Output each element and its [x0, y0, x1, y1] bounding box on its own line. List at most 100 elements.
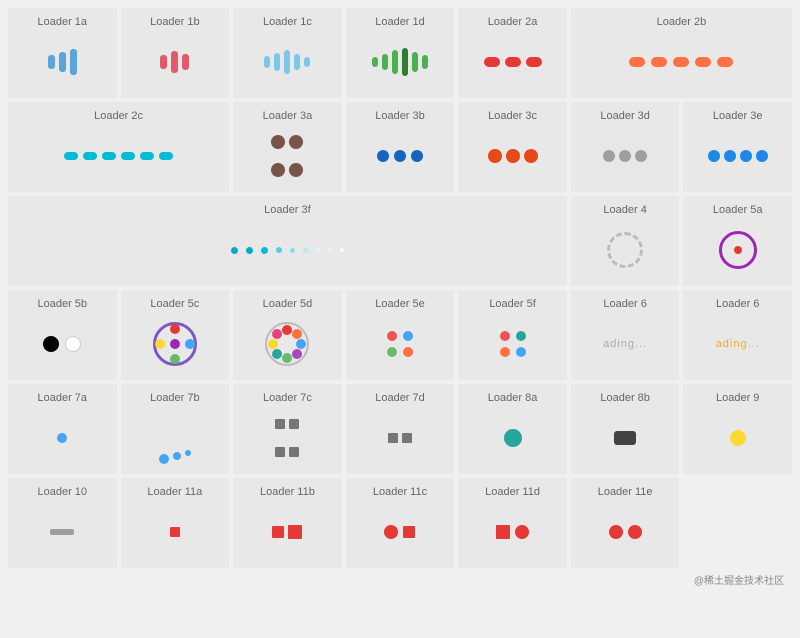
od4 — [155, 339, 165, 349]
card-title: Loader 2c — [94, 110, 143, 122]
dot1 — [43, 336, 59, 352]
card-title: Loader 10 — [38, 486, 88, 498]
visual — [160, 36, 189, 88]
visual — [609, 506, 642, 558]
card-loader-7d: Loader 7d — [346, 384, 455, 474]
pill — [614, 431, 636, 445]
visual — [153, 318, 197, 370]
bar4 — [402, 48, 408, 76]
card-title: Loader 7c — [263, 392, 312, 404]
bar4 — [294, 54, 300, 70]
card-loader-7b: Loader 7b — [121, 384, 230, 474]
dot4 — [403, 347, 413, 357]
sq1 — [496, 525, 510, 539]
card-title: Loader 5a — [713, 204, 763, 216]
dash2 — [83, 152, 97, 160]
footer: @稀土掘金技术社区 — [8, 568, 792, 589]
bar1 — [48, 55, 55, 69]
card-title: Loader 1d — [375, 16, 425, 28]
card-loader-8a: Loader 8a — [458, 384, 567, 474]
card-title: Loader 1a — [38, 16, 88, 28]
visual — [231, 224, 344, 276]
card-title: Loader 3d — [600, 110, 650, 122]
dot4 — [516, 347, 526, 357]
visual — [614, 412, 636, 464]
visual — [708, 130, 768, 182]
oval5 — [717, 57, 733, 67]
circle1 — [515, 525, 529, 539]
sq2 — [288, 525, 302, 539]
visual — [719, 224, 757, 276]
card-loader-5e: Loader 5e — [346, 290, 455, 380]
dash6 — [159, 152, 173, 160]
card-loader-3d: Loader 3d — [571, 102, 680, 192]
bar1 — [372, 57, 378, 67]
card-loader-6b: Loader 6 ading... — [683, 290, 792, 380]
visual — [50, 506, 74, 558]
dot4 — [289, 163, 303, 177]
card-loader-3f: Loader 3f — [8, 196, 567, 286]
dot1 — [57, 433, 67, 443]
dot1 — [377, 150, 389, 162]
bar3 — [70, 49, 77, 75]
visual — [159, 412, 191, 464]
sq1 — [275, 419, 285, 429]
visual — [488, 130, 538, 182]
visual: ading... — [603, 318, 647, 370]
dot2 — [619, 150, 631, 162]
sq1 — [403, 526, 415, 538]
card-title: Loader 2a — [488, 16, 538, 28]
card-title: Loader 8a — [488, 392, 538, 404]
dot2 — [173, 452, 181, 460]
ring — [719, 231, 757, 269]
visual — [387, 318, 413, 370]
card-title: Loader 11d — [485, 486, 540, 498]
dots-grid — [387, 331, 413, 357]
card-title: Loader 11e — [598, 486, 653, 498]
card-loader-6a: Loader 6 ading... — [571, 290, 680, 380]
card-title: Loader 3e — [713, 110, 763, 122]
od1 — [170, 324, 180, 334]
card-loader-3c: Loader 3c — [458, 102, 567, 192]
dot3 — [500, 347, 510, 357]
card-loader-5a: Loader 5a — [683, 196, 792, 286]
card-title: Loader 3c — [488, 110, 537, 122]
card-title: Loader 7a — [38, 392, 88, 404]
card-loader-2c: Loader 2c — [8, 102, 229, 192]
card-loader-7a: Loader 7a — [8, 384, 117, 474]
dot4 — [756, 150, 768, 162]
card-loader-10: Loader 10 — [8, 478, 117, 568]
dot2 — [246, 247, 253, 254]
card-loader-7c: Loader 7c — [233, 384, 342, 474]
visual: ading... — [716, 318, 760, 370]
bar2 — [274, 53, 280, 71]
oval2 — [505, 57, 521, 67]
card-loader-4: Loader 4 — [571, 196, 680, 286]
orbit — [265, 322, 309, 366]
card-title: Loader 5e — [375, 298, 425, 310]
dot4 — [276, 247, 282, 253]
card-title: Loader 5f — [489, 298, 535, 310]
card-loader-11d: Loader 11d — [458, 478, 567, 568]
card-title: Loader 7b — [150, 392, 200, 404]
dot3 — [185, 450, 191, 456]
bar2 — [382, 54, 388, 70]
card-title: Loader 5b — [38, 298, 88, 310]
dot2 — [506, 149, 520, 163]
bar — [50, 529, 74, 535]
bar2 — [59, 52, 66, 72]
loading-text-yellow: ading... — [716, 338, 760, 350]
card-title: Loader 11c — [373, 486, 427, 498]
visual — [267, 130, 307, 182]
sq1 — [272, 526, 284, 538]
dashed-circle — [607, 232, 643, 268]
dot3 — [261, 247, 268, 254]
visual — [384, 506, 415, 558]
dot1 — [387, 331, 397, 341]
dot3 — [387, 347, 397, 357]
dot3 — [635, 150, 647, 162]
visual — [388, 412, 412, 464]
card-title: Loader 5d — [263, 298, 313, 310]
bar1 — [160, 55, 167, 69]
visual — [372, 36, 428, 88]
